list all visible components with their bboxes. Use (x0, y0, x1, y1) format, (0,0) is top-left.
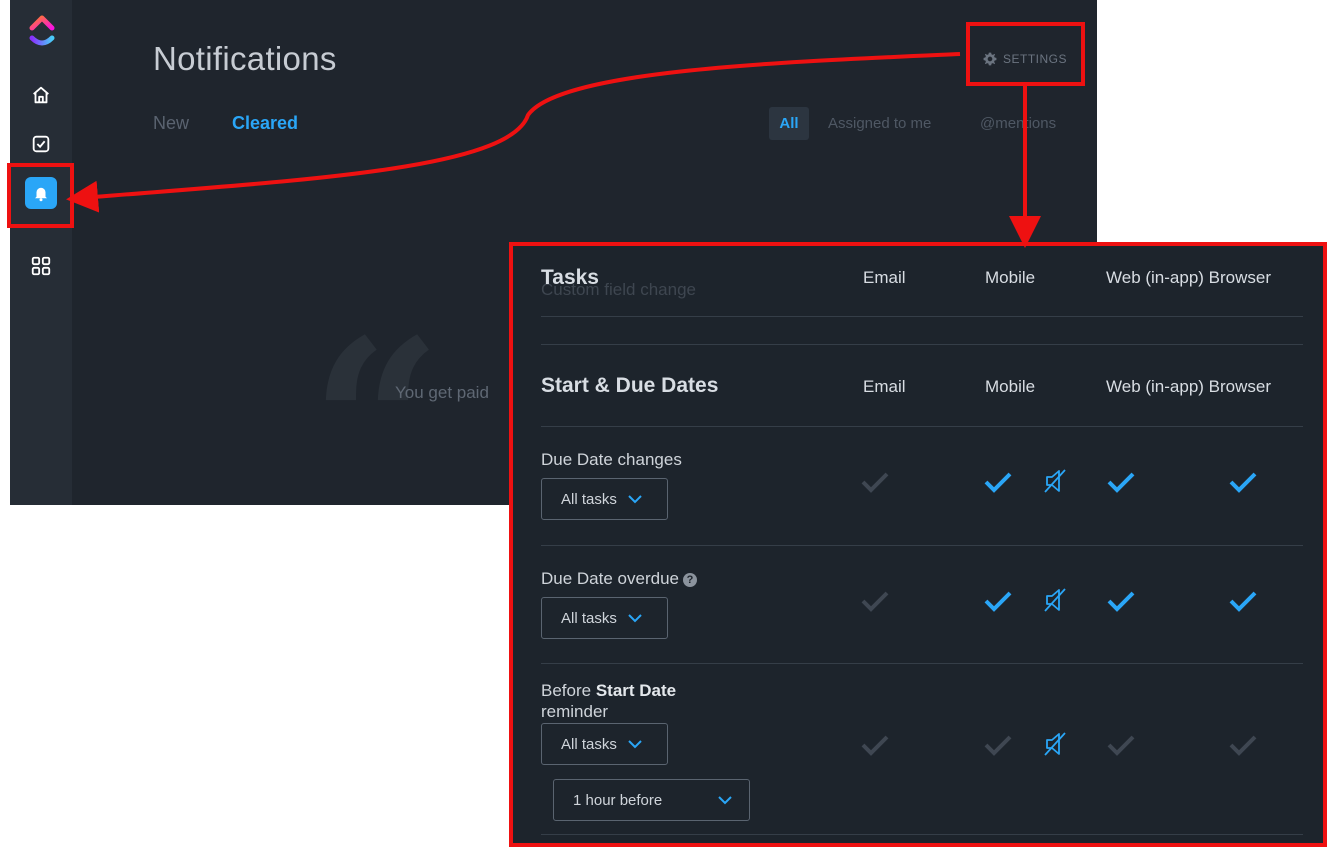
filter-all[interactable]: All (769, 107, 809, 140)
filter-assigned-to-me[interactable]: Assigned to me (828, 115, 931, 132)
section-title-tasks: Tasks (541, 266, 599, 289)
check-icon[interactable] (1106, 733, 1136, 757)
page-title: Notifications (153, 40, 337, 77)
home-icon[interactable] (26, 80, 56, 110)
column-header-email: Email (863, 377, 906, 396)
divider (541, 316, 1303, 317)
row-label-due-date-changes: Due Date changes (541, 450, 682, 469)
row-label-suffix: reminder (541, 702, 609, 721)
check-icon[interactable] (1228, 470, 1258, 494)
mute-icon[interactable] (1043, 587, 1067, 613)
column-header-web-browser: Web (in-app) Browser (1106, 268, 1272, 287)
row-label-text: Due Date overdue (541, 569, 679, 588)
clickup-logo[interactable] (28, 12, 56, 52)
check-icon[interactable] (860, 733, 890, 757)
quote-icon: “ (310, 290, 443, 505)
check-icon[interactable] (983, 733, 1013, 757)
mute-icon[interactable] (1043, 468, 1067, 494)
row-label-prefix: Before (541, 681, 596, 700)
settings-highlight (966, 22, 1085, 86)
column-header-mobile: Mobile (985, 377, 1036, 396)
check-icon[interactable] (983, 470, 1013, 494)
chevron-down-icon (718, 796, 732, 805)
notification-settings-panel: Custom field change Tasks Email Mobile W… (509, 242, 1327, 847)
sidebar (10, 0, 72, 505)
check-icon[interactable] (860, 589, 890, 613)
check-icon[interactable] (860, 470, 890, 494)
dropdown-value: 1 hour before (573, 791, 663, 809)
bell-highlight (7, 163, 74, 228)
section-title-start-due-dates: Start & Due Dates (541, 374, 719, 397)
filter-mentions[interactable]: @mentions (980, 115, 1056, 132)
column-header-mobile: Mobile (985, 268, 1036, 287)
dropdown-value: All tasks (561, 735, 617, 753)
chevron-down-icon (628, 614, 642, 623)
check-icon[interactable] (1106, 470, 1136, 494)
check-icon[interactable] (1228, 589, 1258, 613)
divider (541, 663, 1303, 664)
row-label-bold: Start Date (595, 681, 677, 700)
task-scope-dropdown[interactable]: All tasks (541, 478, 668, 520)
apps-grid-icon[interactable] (26, 251, 56, 281)
task-scope-dropdown[interactable]: All tasks (541, 723, 668, 765)
row-label-start-date-reminder: Before Start Date reminder (541, 680, 676, 722)
divider (541, 545, 1303, 546)
chevron-down-icon (628, 495, 642, 504)
checkbox-icon[interactable] (26, 129, 56, 159)
task-scope-dropdown[interactable]: All tasks (541, 597, 668, 639)
mute-icon[interactable] (1043, 731, 1067, 757)
check-icon[interactable] (983, 589, 1013, 613)
tab-new[interactable]: New (153, 113, 189, 134)
column-header-email: Email (863, 268, 906, 287)
column-header-web-browser: Web (in-app) Browser (1106, 377, 1272, 396)
reminder-timing-dropdown[interactable]: 1 hour before (553, 779, 750, 821)
empty-state-text: You get paid (395, 383, 489, 402)
divider (541, 834, 1303, 835)
dropdown-value: All tasks (561, 490, 617, 508)
check-icon[interactable] (1106, 589, 1136, 613)
tab-cleared[interactable]: Cleared (232, 113, 298, 134)
help-icon[interactable]: ? (682, 573, 697, 587)
divider (541, 426, 1303, 427)
divider (541, 344, 1303, 345)
dropdown-value: All tasks (561, 609, 617, 627)
chevron-down-icon (628, 740, 642, 749)
check-icon[interactable] (1228, 733, 1258, 757)
row-label-due-date-overdue: Due Date overdue? (541, 568, 697, 589)
